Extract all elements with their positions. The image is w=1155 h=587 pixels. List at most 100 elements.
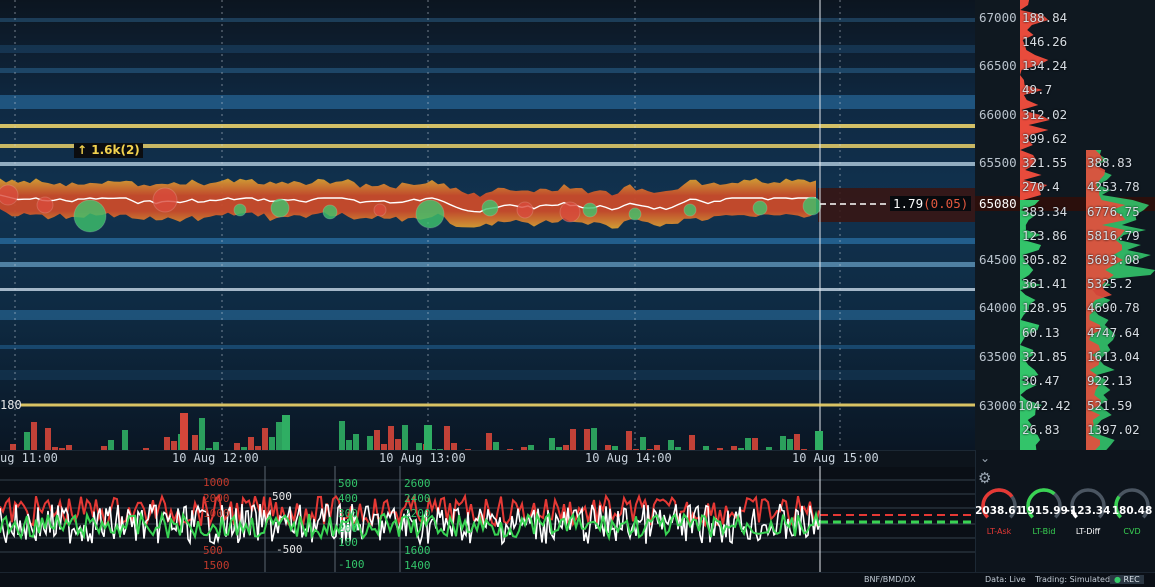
trade-bubble xyxy=(683,203,697,217)
trade-bubble xyxy=(322,204,338,220)
chevron-down-icon[interactable]: ⌄ xyxy=(980,451,990,465)
last-trade-delta: (0.05) xyxy=(923,196,969,211)
liquidity-band xyxy=(0,18,975,22)
trade-bubble xyxy=(559,201,581,223)
profile-ask-label: 49.7 xyxy=(1022,82,1053,97)
liquidity-band xyxy=(0,310,975,320)
volume-marker[interactable]: ↑ 1.6k(2) xyxy=(74,143,143,158)
profile-bid-label: 60.13 xyxy=(1022,325,1060,340)
indicator-axis-label: 1500 xyxy=(203,559,230,572)
gauge-label: LT-Diff xyxy=(1075,527,1101,536)
indicator-axis-label: 2000 xyxy=(203,492,230,505)
trading-status: Trading: Simulated xyxy=(1035,575,1111,584)
indicator-axis-label: 500 xyxy=(272,490,292,503)
indicator-pane[interactable] xyxy=(0,466,975,572)
trade-bubble xyxy=(415,199,445,229)
profile-right-label: 5325.2 xyxy=(1087,276,1133,291)
liquidity-band xyxy=(0,370,975,380)
instrument-label[interactable]: BNF/BMD/DX xyxy=(864,575,916,584)
heatmap-chart[interactable] xyxy=(0,0,975,450)
profile-right-label: 5693.08 xyxy=(1087,252,1140,267)
profile-right-label: 1613.04 xyxy=(1087,349,1140,364)
trade-bubble xyxy=(516,201,534,219)
liquidity-band xyxy=(0,288,975,291)
indicator-axis-label: 1000 xyxy=(203,476,230,489)
trade-bubble xyxy=(373,203,387,217)
trade-bubble xyxy=(628,207,642,221)
price-label: 63000 xyxy=(979,398,1017,413)
trade-bubble xyxy=(752,200,768,216)
gauge-cvd: 180.48 CVD xyxy=(1110,486,1154,536)
left-price-label: 180 xyxy=(0,398,22,412)
volume-bar xyxy=(180,413,188,455)
last-trade-tag: 1.79(0.05) xyxy=(890,196,972,211)
profile-ask-label: 399.62 xyxy=(1022,131,1068,146)
indicator-axis-label: 300 xyxy=(338,507,358,520)
trade-bubble xyxy=(802,196,822,216)
trade-bubble xyxy=(233,203,247,217)
profile-bid-label: 26.83 xyxy=(1022,422,1060,437)
volume-bars xyxy=(10,413,823,455)
indicator-axis-label: 1000 xyxy=(203,507,230,520)
profile-bid-label: 361.41 xyxy=(1022,276,1068,291)
profile-right-label: 521.59 xyxy=(1087,398,1133,413)
price-axis[interactable]: 67000 66500 66000 65500 64500 64000 6350… xyxy=(975,0,1020,450)
liquidity-band xyxy=(0,345,975,349)
gauge-label: CVD xyxy=(1123,527,1141,536)
liquidity-band xyxy=(0,45,975,53)
profile-right-label: 4747.64 xyxy=(1087,325,1140,340)
ask-profile xyxy=(1020,0,1050,200)
profile-bid-label: 305.82 xyxy=(1022,252,1068,267)
trade-bubble xyxy=(582,202,598,218)
price-label: 64500 xyxy=(979,252,1017,267)
trade-bubble xyxy=(270,198,290,218)
rec-button[interactable]: ● REC xyxy=(1110,575,1144,584)
indicator-axis-label: 500 xyxy=(338,477,358,490)
gear-icon[interactable]: ⚙ xyxy=(978,469,991,487)
profile-ask-label: 321.55 xyxy=(1022,155,1068,170)
profile-bid-label: 123.86 xyxy=(1022,228,1068,243)
indicator-axis-label: 2400 xyxy=(404,492,431,505)
record-icon: ● xyxy=(1114,575,1121,584)
trade-bubble xyxy=(73,199,107,233)
indicator-axis-label: 2600 xyxy=(404,477,431,490)
indicator-axis-label: -500 xyxy=(276,543,303,556)
liquidity-band xyxy=(0,162,975,166)
indicator-axis-label: 400 xyxy=(338,492,358,505)
time-label: 10 Aug 14:00 xyxy=(585,451,672,465)
liquidity-band xyxy=(0,124,975,128)
indicator-axis-label: 2200 xyxy=(404,507,431,520)
status-bar: BNF/BMD/DX Data: Live Trading: Simulated… xyxy=(0,572,1155,587)
last-trade-value: 1.79 xyxy=(893,196,924,211)
indicator-axis-label: 1400 xyxy=(404,559,431,572)
profile-right-label: 388.83 xyxy=(1087,155,1133,170)
indicator-axis-label: 1600 xyxy=(404,544,431,557)
profile-ask-label: 188.84 xyxy=(1022,10,1068,25)
time-axis[interactable]: ug 11:00 10 Aug 12:00 10 Aug 13:00 10 Au… xyxy=(0,450,975,467)
profile-ask-label: 146.26 xyxy=(1022,34,1068,49)
time-label: 10 Aug 15:00 xyxy=(792,451,879,465)
profile-right-label: 6776.75 xyxy=(1087,204,1140,219)
indicator-axis-label: 100 xyxy=(338,536,358,549)
profile-bid-label: 128.95 xyxy=(1022,300,1068,315)
profile-right-label: 5816.79 xyxy=(1087,228,1140,243)
profile-right-label: 4690.78 xyxy=(1087,300,1140,315)
profile-ask-label: 134.24 xyxy=(1022,58,1068,73)
gauge-label: LT-Ask xyxy=(986,527,1012,536)
liquidity-band xyxy=(0,238,975,244)
gauge-lt-ask: 2038.61 LT-Ask xyxy=(975,486,1023,536)
liquidity-band xyxy=(0,262,975,267)
profile-right-label: 1397.02 xyxy=(1087,422,1140,437)
trade-bubble xyxy=(0,184,19,206)
price-label: 67000 xyxy=(979,10,1017,25)
indicator-axis-label: 200 xyxy=(338,522,358,535)
profile-right-label: 4253.78 xyxy=(1087,179,1140,194)
trade-bubble xyxy=(152,187,178,213)
data-status: Data: Live xyxy=(985,575,1026,584)
liquidity-band xyxy=(0,144,975,148)
liquidity-band xyxy=(0,68,975,73)
liquidity-band xyxy=(0,95,975,109)
rec-label: REC xyxy=(1123,575,1140,584)
price-label: 65500 xyxy=(979,155,1017,170)
profile-right-label: 922.13 xyxy=(1087,373,1133,388)
